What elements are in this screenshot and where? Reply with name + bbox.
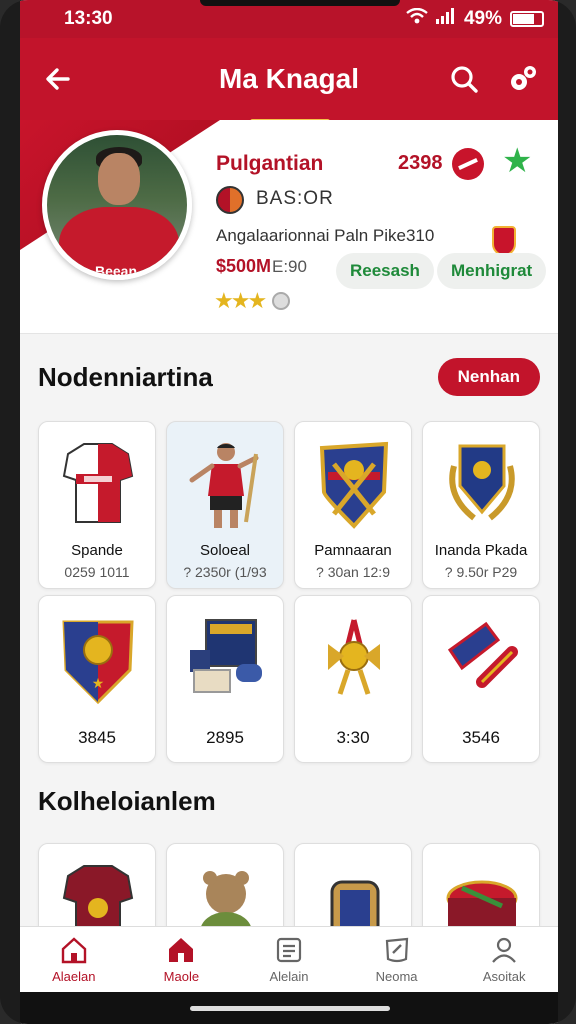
section-action-button[interactable]: Nenhan [437,358,540,396]
nav-label: Alaelan [52,969,96,984]
item-value: 3:30 [336,728,370,747]
section-header: Nodenniartina Nenhan [20,358,558,396]
laurel-crest-icon [449,444,515,521]
player-figure-icon [189,443,259,528]
battery-icon [510,11,544,27]
nav-label: Neoma [375,969,418,984]
nav-item-shop[interactable]: Maole [128,927,236,992]
item-card[interactable]: Inanda Pkada ? 9.50r P29 [422,421,540,589]
item-label: Soloeal [199,542,251,559]
items-grid: Spande 0259 1011 Soloeal ? 2350r (1/93 P… [38,421,542,763]
item-value: 3845 [78,728,116,747]
status-time: 13:30 [64,8,113,29]
nav-label: Asoitak [482,969,526,984]
club-badge-icon [452,148,484,180]
player-club: Angalaarionnai Paln Pike310 [216,226,435,245]
item-label: Inanda Pkada [434,542,528,559]
edit-icon [385,937,408,963]
home-icon [61,937,86,964]
arrow-left-icon [46,68,70,90]
profile-icon [492,937,517,963]
item-card[interactable]: 3546 [422,595,540,763]
nav-item-list[interactable]: Alelain [235,927,343,992]
trophy-shield-icon: ★ [62,620,134,705]
player-value: $500M [216,256,272,276]
section-header: Kolheloianlem [20,786,558,817]
shield-crest-icon [319,441,389,529]
phone-frame: 13:30 49% Ma Knagal Beean Pulgantian 239… [0,0,576,1024]
list-icon [276,937,302,963]
item-value: 3546 [462,728,500,747]
coin-icon [272,292,290,310]
search-icon [451,66,478,93]
shop-icon [169,938,194,962]
player-avatar[interactable]: Beean [42,130,192,280]
gear-icon [511,66,536,90]
home-indicator-bar [20,992,558,1024]
app-bar: Ma Knagal [20,38,558,124]
jersey-icon [62,443,134,523]
item-card[interactable]: 2895 [166,595,284,763]
scarf-icon [447,621,518,688]
item-card[interactable]: 3:30 [294,595,412,763]
item-card-selected[interactable]: Soloeal ? 2350r (1/93 [166,421,284,589]
item-card[interactable]: ★ 3845 [38,595,156,763]
favorite-star-icon[interactable]: ★ [502,144,532,178]
wifi-icon [406,7,428,30]
team-logo-icon [216,186,244,214]
item-price: 0259 1011 [64,564,130,580]
search-button[interactable] [444,59,484,99]
player-profile-card: Beean Pulgantian 2398 ★ BAS:OR Angalaari… [20,120,558,334]
player-subtitle: BAS:OR [256,188,334,209]
item-card[interactable]: Pamnaaran ? 30an 12:9 [294,421,412,589]
club-crest-icon [492,226,516,256]
section-title: Nodenniartina [38,361,213,392]
battery-percent: 49% [463,8,502,29]
item-price: ? 2350r (1/93 [183,564,267,580]
section-title: Kolheloianlem [38,786,216,816]
nav-label: Maole [163,969,200,984]
app-screen: 13:30 49% Ma Knagal Beean Pulgantian 239… [20,0,558,1024]
item-card[interactable]: Spande 0259 1011 [38,421,156,589]
research-pill-button[interactable]: Reesash [336,253,434,289]
nav-label: Alelain [269,969,309,984]
camera-notch [200,0,400,6]
item-label: Spande [71,542,123,559]
svg-text:★: ★ [92,675,105,691]
player-value-extra: E:90 [272,257,307,276]
item-price: ? 9.50r P29 [444,564,518,580]
item-label: Pamnaaran [314,542,392,559]
medal-icon [328,619,380,695]
bottom-navigation: Alaelan Maole Alelain Neoma Asoitak [20,926,558,992]
player-name: Pulgantian [216,152,324,175]
signal-icon [435,8,456,30]
rating-stars: ★★★ [214,288,267,313]
highlight-pill-button[interactable]: Menhigrat [437,253,547,289]
nav-item-profile[interactable]: Asoitak [450,927,558,992]
nav-item-home[interactable]: Alaelan [20,927,128,992]
nav-item-edit[interactable]: Neoma [343,927,451,992]
avatar-shirt-text: Beean [95,263,138,279]
back-button[interactable] [38,59,78,99]
player-score: 2398 [398,152,443,174]
item-price: ? 30an 12:9 [316,564,390,580]
item-value: 2895 [206,728,244,747]
settings-button[interactable] [502,59,542,99]
home-indicator[interactable] [190,1006,390,1011]
pack-box-icon [190,619,262,693]
